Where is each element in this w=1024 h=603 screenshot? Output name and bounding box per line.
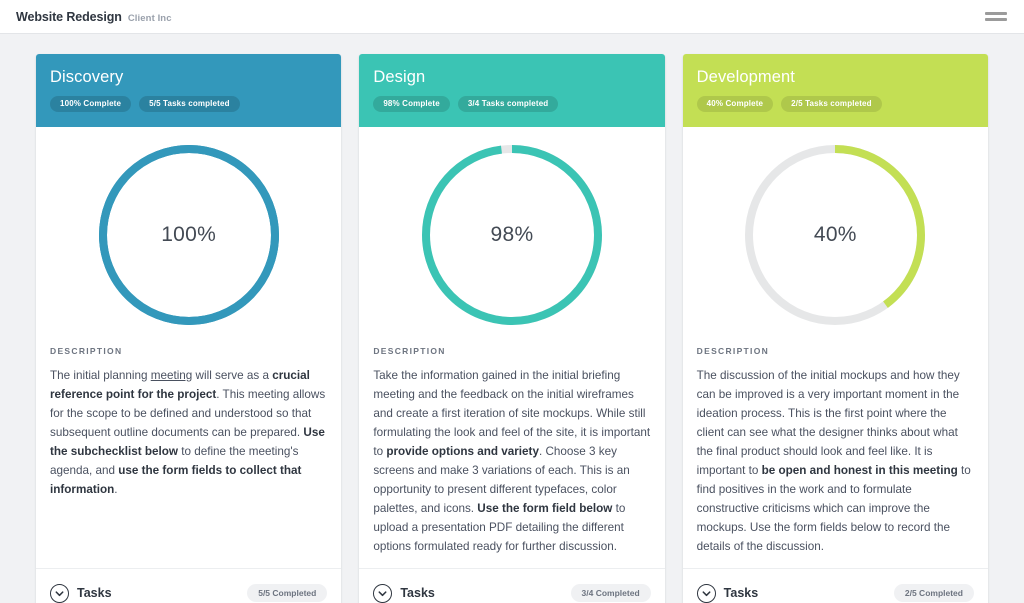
description-text: The discussion of the initial mockups an…: [696, 369, 971, 553]
tasks-completed-count-badge: 5/5 Completed: [247, 583, 328, 603]
tasks-toggle[interactable]: Tasks: [50, 583, 112, 603]
donut-percent-label: 98%: [490, 223, 534, 246]
donut-percent-label: 40%: [813, 223, 857, 246]
percent-complete-badge: 40% Complete: [696, 96, 774, 112]
description-text: Take the information gained in the initi…: [373, 369, 651, 553]
tasks-toggle[interactable]: Tasks: [373, 583, 435, 603]
donut-percent-label: 100%: [161, 223, 217, 246]
hamburger-bar: [985, 12, 1007, 15]
tasks-toggle[interactable]: Tasks: [696, 583, 759, 603]
description-heading: DESCRIPTION: [50, 346, 123, 356]
description-heading: DESCRIPTION: [373, 346, 446, 356]
top-header-bar: Website Redesign Client Inc: [0, 0, 1024, 34]
stage-title: Development: [696, 68, 795, 86]
progress-donut-chart: 40%: [740, 140, 930, 330]
stage-card-design: Design 98% Complete 3/4 Tasks completed …: [359, 54, 665, 603]
stage-card-board: Discovery 100% Complete 5/5 Tasks comple…: [0, 34, 1024, 603]
stage-card-header: Design 98% Complete 3/4 Tasks completed: [359, 54, 665, 127]
stage-card-body: 98% DESCRIPTION Take the information gai…: [359, 127, 664, 568]
description-text: The initial planning meeting will serve …: [50, 369, 326, 496]
page-title: Website Redesign: [16, 9, 122, 24]
stage-title: Discovery: [50, 68, 124, 86]
percent-complete-badge: 100% Complete: [50, 96, 132, 112]
stage-badges: 98% Complete 3/4 Tasks completed: [373, 96, 650, 112]
tasks-completed-count-badge: 2/5 Completed: [893, 583, 974, 603]
tasks-label: Tasks: [723, 586, 759, 600]
progress-donut-chart: 98%: [417, 140, 607, 330]
stage-card-footer: Tasks 5/5 Completed: [36, 568, 342, 603]
stage-badges: 100% Complete 5/5 Tasks completed: [50, 96, 327, 112]
hamburger-bar: [985, 18, 1007, 21]
tasks-label: Tasks: [77, 586, 112, 600]
tasks-completed-badge: 5/5 Tasks completed: [139, 96, 240, 112]
progress-chart-wrap: 40%: [697, 127, 974, 340]
tasks-completed-badge: 2/5 Tasks completed: [781, 96, 882, 112]
stage-card-body: 40% DESCRIPTION The discussion of the in…: [683, 127, 988, 568]
chevron-down-circle-icon[interactable]: [373, 583, 393, 603]
stage-card-body: 100% DESCRIPTION The initial planning me…: [36, 127, 341, 568]
tasks-label: Tasks: [400, 586, 435, 600]
tasks-completed-count-badge: 3/4 Completed: [570, 583, 651, 603]
stage-badges: 40% Complete 2/5 Tasks completed: [696, 96, 974, 112]
progress-donut-chart: 100%: [94, 140, 284, 330]
progress-chart-wrap: 98%: [373, 127, 650, 340]
hamburger-menu-icon[interactable]: [985, 9, 1007, 25]
stage-card-development: Development 40% Complete 2/5 Tasks compl…: [682, 54, 988, 603]
percent-complete-badge: 98% Complete: [373, 96, 450, 112]
description-heading: DESCRIPTION: [696, 346, 770, 356]
chevron-down-circle-icon[interactable]: [50, 583, 69, 603]
stage-card-header: Development 40% Complete 2/5 Tasks compl…: [682, 54, 988, 127]
stage-card-footer: Tasks 3/4 Completed: [359, 568, 665, 603]
brand: Website Redesign Client Inc: [14, 10, 172, 24]
tasks-completed-badge: 3/4 Tasks completed: [457, 96, 559, 112]
chevron-down-circle-icon[interactable]: [696, 583, 716, 603]
stage-title: Design: [373, 68, 426, 86]
stage-card-discovery: Discovery 100% Complete 5/5 Tasks comple…: [36, 54, 342, 603]
stage-card-header: Discovery 100% Complete 5/5 Tasks comple…: [36, 54, 342, 127]
client-name: Client Inc: [127, 12, 172, 24]
progress-chart-wrap: 100%: [50, 127, 327, 340]
stage-card-footer: Tasks 2/5 Completed: [682, 568, 988, 603]
